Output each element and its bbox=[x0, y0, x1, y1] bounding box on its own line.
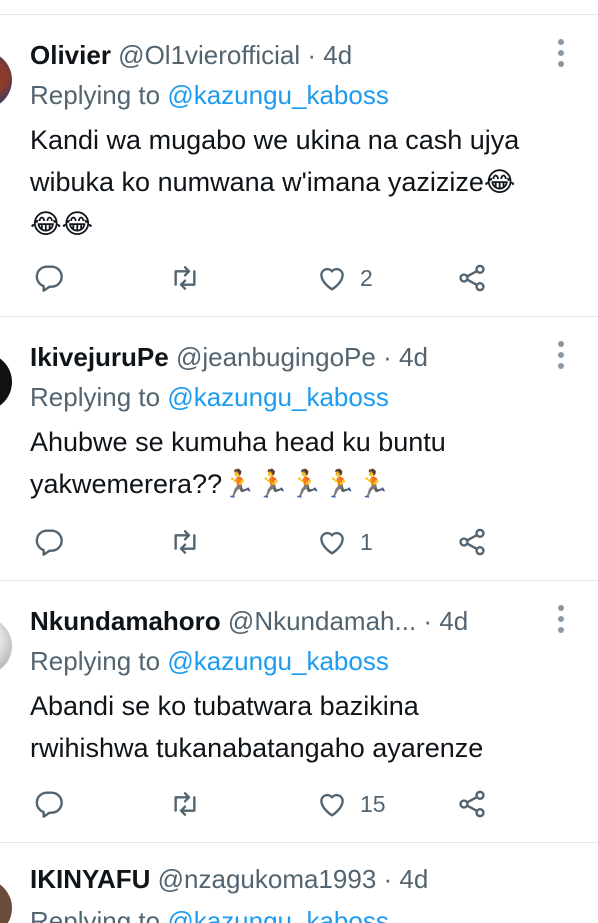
heart-icon bbox=[320, 531, 344, 555]
reply-button[interactable] bbox=[33, 522, 65, 562]
retweet-button[interactable] bbox=[169, 784, 201, 824]
tweet-text-line: 😂😂 bbox=[30, 209, 94, 239]
retweet-button[interactable] bbox=[169, 258, 201, 298]
reply-icon bbox=[35, 791, 63, 818]
reply-button[interactable] bbox=[33, 784, 65, 824]
replying-to: Replying to @kazungu_kaboss bbox=[30, 643, 389, 679]
tweet-text-line: Ahubwe se kumuha head ku buntu bbox=[30, 427, 446, 457]
tweet-text: Abandi se ko tubatwara bazikina rwihishw… bbox=[30, 685, 578, 769]
tweet-actions: 1 bbox=[0, 522, 598, 562]
timestamp[interactable]: 4d bbox=[399, 864, 428, 894]
avatar[interactable] bbox=[0, 353, 12, 411]
reply-icon bbox=[35, 529, 63, 556]
heart-icon bbox=[320, 267, 344, 291]
retweet-button[interactable] bbox=[169, 522, 201, 562]
tweet-header: Olivier @Ol1vierofficial · 4d bbox=[30, 37, 538, 73]
like-count: 2 bbox=[360, 264, 373, 291]
replying-to: Replying to @kazungu_kaboss bbox=[30, 379, 389, 415]
share-icon bbox=[459, 528, 485, 556]
tweet-actions: 15 bbox=[0, 784, 598, 824]
separator-dot: · bbox=[383, 864, 393, 894]
user-handle[interactable]: @Nkundamah... bbox=[228, 606, 416, 636]
separator-dot: · bbox=[307, 40, 317, 70]
tweet-ikivejurupe[interactable]: IkivejuruPe @jeanbugingoPe · 4d Replying… bbox=[0, 317, 598, 579]
avatar[interactable] bbox=[0, 51, 12, 109]
more-options-icon[interactable] bbox=[558, 605, 564, 633]
separator-dot: · bbox=[383, 342, 392, 372]
tweet-header: Nkundamahoro @Nkundamah... · 4d bbox=[30, 603, 538, 639]
reply-button[interactable] bbox=[33, 258, 65, 298]
like-count: 1 bbox=[360, 528, 373, 555]
tweet-olivier[interactable]: Olivier @Ol1vierofficial · 4d Replying t… bbox=[0, 15, 598, 315]
replying-to-label: Replying to bbox=[30, 80, 161, 110]
replying-to: Replying to @kazungu_kaboss bbox=[30, 77, 389, 113]
share-button[interactable] bbox=[456, 258, 488, 298]
mention-link[interactable]: @kazungu_kaboss bbox=[167, 80, 389, 110]
mention-link[interactable]: @kazungu_kaboss bbox=[167, 646, 389, 676]
tweet-text-line: yakwemerera??🏃🏃🏃🏃🏃 bbox=[30, 469, 391, 499]
mention-link[interactable]: @kazungu_kaboss bbox=[167, 906, 389, 923]
timestamp[interactable]: 4d bbox=[323, 40, 352, 70]
more-options-icon[interactable] bbox=[558, 341, 564, 369]
tweet-text-line: Abandi se ko tubatwara bazikina bbox=[30, 691, 419, 721]
tweet-header: IkivejuruPe @jeanbugingoPe · 4d bbox=[30, 339, 538, 375]
avatar[interactable] bbox=[0, 879, 12, 923]
tweet-nkundamahoro[interactable]: Nkundamahoro @Nkundamah... · 4d Replying… bbox=[0, 581, 598, 841]
avatar[interactable] bbox=[0, 617, 12, 675]
share-button[interactable] bbox=[456, 522, 488, 562]
user-handle[interactable]: @Ol1vierofficial bbox=[118, 40, 300, 70]
retweet-icon bbox=[174, 266, 196, 290]
tweet-text: Kandi wa mugabo we ukina na cash ujya wi… bbox=[30, 119, 578, 245]
user-handle[interactable]: @nzagukoma1993 bbox=[158, 864, 377, 894]
share-icon bbox=[459, 790, 485, 818]
retweet-icon bbox=[174, 530, 196, 554]
tweet-text-line: rwihishwa tukanabatangaho ayarenze bbox=[30, 733, 484, 763]
heart-icon bbox=[320, 793, 344, 817]
display-name[interactable]: Olivier bbox=[30, 40, 111, 70]
replying-to-label: Replying to bbox=[30, 646, 161, 676]
tweet-text: Ahubwe se kumuha head ku buntu yakwemere… bbox=[30, 421, 578, 505]
tweet-actions: 2 bbox=[0, 258, 598, 298]
like-button[interactable]: 1 bbox=[316, 522, 373, 562]
tweet-header: IKINYAFU @nzagukoma1993 · 4d bbox=[30, 861, 538, 897]
timestamp[interactable]: 4d bbox=[439, 606, 468, 636]
like-button[interactable]: 2 bbox=[316, 258, 373, 298]
share-icon bbox=[459, 264, 485, 292]
display-name[interactable]: IkivejuruPe bbox=[30, 342, 169, 372]
replying-to: Replying to @kazungu_kaboss bbox=[30, 903, 389, 923]
timestamp[interactable]: 4d bbox=[399, 342, 428, 372]
mention-link[interactable]: @kazungu_kaboss bbox=[167, 382, 389, 412]
display-name[interactable]: IKINYAFU bbox=[30, 864, 150, 894]
tweet-text-line: wibuka ko numwana w'imana yazizize😂 bbox=[30, 167, 516, 197]
reply-feed: Olivier @Ol1vierofficial · 4d Replying t… bbox=[0, 0, 598, 923]
replying-to-label: Replying to bbox=[30, 382, 161, 412]
replying-to-label: Replying to bbox=[30, 906, 161, 923]
separator-dot: · bbox=[423, 606, 433, 636]
like-button[interactable]: 15 bbox=[316, 784, 386, 824]
tweet-ikinyafu[interactable]: IKINYAFU @nzagukoma1993 · 4d Replying to… bbox=[0, 843, 598, 923]
reply-icon bbox=[35, 265, 63, 292]
more-options-icon[interactable] bbox=[558, 39, 564, 67]
display-name[interactable]: Nkundamahoro bbox=[30, 606, 221, 636]
retweet-icon bbox=[174, 792, 196, 816]
user-handle[interactable]: @jeanbugingoPe bbox=[176, 342, 376, 372]
like-count: 15 bbox=[360, 790, 386, 817]
share-button[interactable] bbox=[456, 784, 488, 824]
tweet-text-line: Kandi wa mugabo we ukina na cash ujya bbox=[30, 125, 520, 155]
